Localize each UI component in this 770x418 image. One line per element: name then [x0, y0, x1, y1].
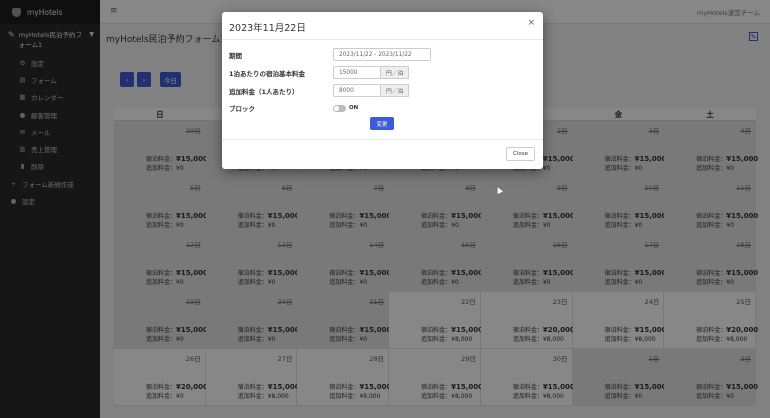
change-button[interactable]: 変更	[370, 117, 394, 130]
modal-header: 2023年11月22日 ×	[222, 12, 543, 40]
extra-price-input[interactable]: 8000	[333, 84, 381, 97]
base-price-label: 1泊あたりの宿泊基本料金	[229, 69, 306, 78]
block-toggle-state: ON	[349, 105, 359, 111]
price-edit-modal: 2023年11月22日 × 期間 2023/11/22 - 2023/11/22…	[222, 12, 543, 169]
extra-price-row: 追加料金（1人あたり） 8000 円／泊	[229, 84, 410, 97]
base-price-unit: 円／泊	[381, 66, 410, 79]
base-price-row: 1泊あたりの宿泊基本料金 15000 円／泊	[229, 66, 410, 79]
base-price-input[interactable]: 15000	[333, 66, 381, 79]
block-row: ブロック ON	[229, 103, 358, 113]
period-input[interactable]: 2023/11/22 - 2023/11/22	[333, 48, 431, 61]
modal-title: 2023年11月22日	[229, 23, 306, 34]
close-button[interactable]: Close	[506, 147, 535, 161]
extra-price-unit: 円／泊	[381, 84, 410, 97]
period-label: 期間	[229, 51, 242, 60]
extra-price-label: 追加料金（1人あたり）	[229, 87, 299, 96]
block-label: ブロック	[229, 105, 255, 113]
modal-footer-divider	[222, 139, 543, 140]
close-icon[interactable]: ×	[527, 18, 535, 28]
toggle-knob	[334, 105, 339, 111]
period-row: 期間 2023/11/22 - 2023/11/22	[229, 48, 431, 61]
block-toggle[interactable]	[333, 104, 346, 112]
